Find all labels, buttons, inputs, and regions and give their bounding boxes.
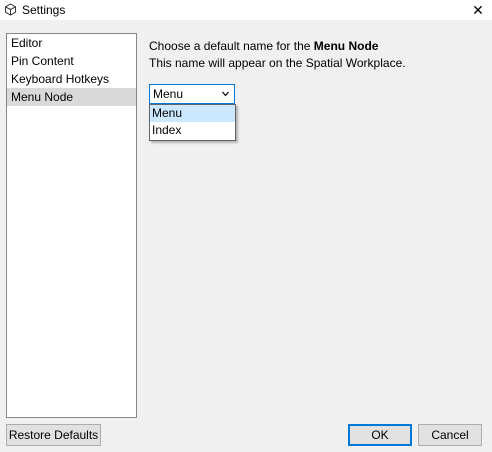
cube-icon	[5, 3, 16, 16]
menu-name-combobox[interactable]: Menu	[149, 84, 235, 104]
prompt-bold: Menu Node	[313, 39, 379, 53]
sidebar-item-menu-node[interactable]: Menu Node	[7, 88, 136, 106]
sidebar-item-editor[interactable]: Editor	[7, 34, 136, 52]
settings-category-list[interactable]: Editor Pin Content Keyboard Hotkeys Menu…	[6, 33, 137, 418]
window-title: Settings	[22, 3, 66, 17]
sidebar-item-keyboard-hotkeys[interactable]: Keyboard Hotkeys	[7, 70, 136, 88]
prompt-prefix: Choose a default name for the	[149, 39, 314, 53]
combo-option-menu[interactable]: Menu	[150, 105, 235, 122]
combo-dropdown-list: Menu Index	[149, 104, 236, 141]
title-bar: Settings ✕	[0, 0, 492, 20]
description-text: This name will appear on the Spatial Wor…	[149, 56, 406, 70]
sidebar-item-pin-content[interactable]: Pin Content	[7, 52, 136, 70]
combo-option-index[interactable]: Index	[150, 122, 235, 139]
close-button[interactable]: ✕	[464, 0, 492, 20]
prompt-text: Choose a default name for the Menu Node	[149, 38, 406, 55]
ok-button[interactable]: OK	[348, 424, 412, 446]
chevron-down-icon	[222, 91, 229, 97]
close-icon: ✕	[472, 2, 484, 18]
combo-value: Menu	[153, 87, 184, 101]
settings-panel: Choose a default name for the Menu Node …	[149, 38, 406, 72]
restore-defaults-button[interactable]: Restore Defaults	[6, 424, 101, 446]
cancel-button[interactable]: Cancel	[418, 424, 482, 446]
